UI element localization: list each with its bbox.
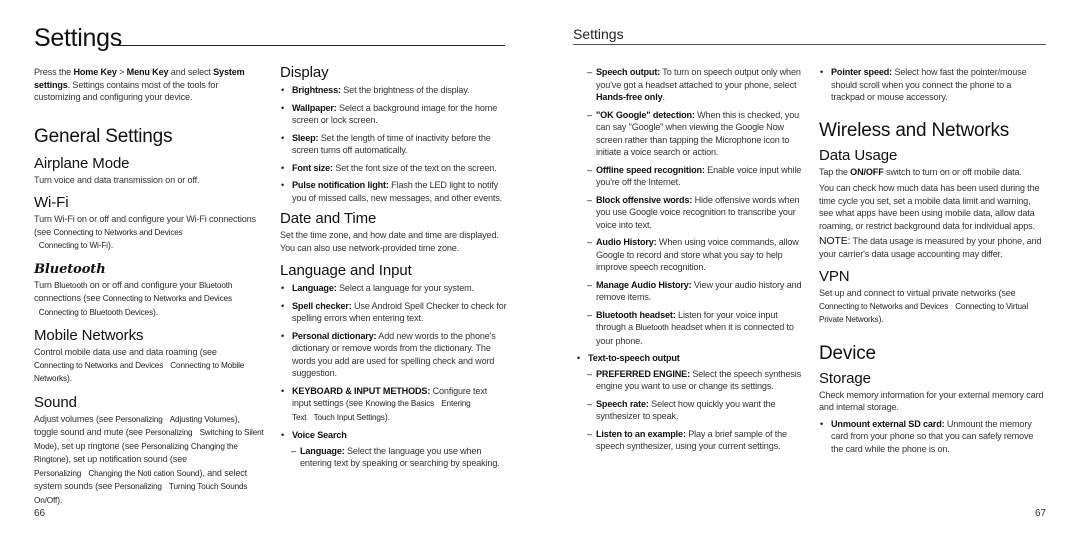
wireless-networks-heading: Wireless and Networks (819, 119, 1010, 141)
sound-heading: Sound (34, 393, 77, 411)
general-settings-heading: General Settings (34, 125, 173, 147)
list-item: Voice Search (280, 429, 508, 442)
airplane-mode-text: Turn voice and data transmission on or o… (34, 174, 200, 185)
sub-list-item: Manage Audio History: View your audio hi… (576, 279, 804, 304)
sub-list-item: Listen to an example: Play a brief sampl… (576, 428, 804, 453)
list-item: Brightness: Set the brightness of the di… (280, 84, 508, 97)
page-number-right: 67 (1035, 508, 1047, 519)
list-item: Font size: Set the font size of the text… (280, 162, 508, 175)
list-item: Sleep: Set the length of time of inactiv… (280, 132, 508, 157)
list-item: Text-to-speech output (576, 352, 804, 365)
wifi-text: Turn Wi-Fi on or off and configure your … (34, 214, 256, 250)
bluetooth-text: Turn Bluetooth on or off and configure y… (34, 279, 233, 317)
list-item: Pointer speed: Select how fast the point… (819, 66, 1047, 104)
language-input-list: Language: Select a language for your sys… (280, 282, 508, 442)
middle-column: Display Brightness: Set the brightness o… (280, 64, 508, 475)
list-item: Personal dictionary: Add new words to th… (280, 330, 508, 380)
xref-link[interactable]: Connecting to Networks and Devices (103, 294, 232, 303)
tts-list: Text-to-speech output (576, 352, 804, 365)
list-item: Pulse notification light: Flash the LED … (280, 179, 508, 204)
data-usage-note: NOTE: The data usage is measured by your… (819, 235, 1042, 259)
display-heading: Display (280, 64, 329, 81)
storage-list: Unmount external SD card: Unmount the me… (819, 418, 1047, 456)
list-item: Spell checker: Use Android Spell Checker… (280, 300, 508, 325)
data-usage-details: You can check how much data has been use… (819, 183, 1040, 231)
list-item: Language: Select a language for your sys… (280, 282, 508, 295)
right-column-1: Speech output: To turn on speech output … (576, 66, 804, 458)
sub-list-item: Offline speed recognition: Enable voice … (576, 164, 804, 189)
date-time-heading: Date and Time (280, 210, 377, 227)
sub-list-item: Language: Select the language you use wh… (280, 445, 508, 470)
xref-link[interactable]: Connecting to Bluetooth Devices (39, 308, 153, 317)
xref-link[interactable]: Changing the Noti cation Sound (88, 469, 199, 478)
bluetooth-heading: Bluetooth (34, 261, 106, 277)
sub-list-item: Speech output: To turn on speech output … (576, 66, 804, 104)
xref-link[interactable]: Adjusting Volumes (170, 415, 235, 424)
xref-link[interactable]: Connecting to Networks and Devices (34, 361, 163, 370)
wifi-heading: Wi-Fi (34, 194, 69, 211)
title-rule (114, 45, 505, 46)
sound-text: Adjust volumes (see Personalizing Adjust… (34, 413, 264, 505)
xref-link[interactable]: Personalizing (115, 482, 162, 491)
intro-paragraph: Press the Home Key > Menu Key and select… (34, 67, 245, 102)
sub-list-item: Speech rate: Select how quickly you want… (576, 398, 804, 423)
display-list: Brightness: Set the brightness of the di… (280, 84, 508, 204)
airplane-mode-heading: Airplane Mode (34, 154, 130, 172)
xref-link[interactable]: Touch Input Settings (314, 413, 385, 422)
xref-link[interactable]: Connecting to Wi-Fi (39, 241, 108, 250)
sub-list-item: Audio History: When using voice commands… (576, 236, 804, 274)
sub-list-item: "OK Google" detection: When this is chec… (576, 109, 804, 159)
xref-link[interactable]: Personalizing (115, 415, 162, 424)
data-usage-heading: Data Usage (819, 146, 898, 164)
list-item: KEYBOARD & INPUT METHODS: Configure text… (280, 385, 508, 425)
storage-text: Check memory information for your extern… (819, 389, 1044, 413)
data-usage-text: Tap the ON/OFF switch to turn on or off … (819, 166, 1022, 177)
sub-list-item: Bluetooth headset: Listen for your voice… (576, 309, 804, 348)
voice-sub-list: Speech output: To turn on speech output … (576, 66, 804, 347)
sub-list-item: PREFERRED ENGINE: Select the speech synt… (576, 368, 804, 393)
vpn-heading: VPN (819, 268, 850, 285)
xref-link[interactable]: Knowing the Basics (365, 399, 434, 408)
mobile-networks-heading: Mobile Networks (34, 327, 144, 344)
vpn-text: Set up and connect to virtual private ne… (819, 288, 1029, 324)
sub-list-item: Block offensive words: Hide offensive wo… (576, 194, 804, 232)
storage-heading: Storage (819, 369, 871, 387)
page-number-left: 66 (34, 508, 46, 519)
language-input-heading: Language and Input (280, 262, 412, 279)
xref-link[interactable]: Personalizing (145, 428, 192, 437)
xref-link[interactable]: Connecting to Networks and Devices (819, 302, 948, 311)
left-column: Press the Home Key > Menu Key and select… (34, 66, 266, 507)
pointer-list: Pointer speed: Select how fast the point… (819, 66, 1047, 104)
list-item: Wallpaper: Select a background image for… (280, 102, 508, 127)
date-time-text: Set the time zone, and how date and time… (280, 230, 499, 253)
mobile-networks-text: Control mobile data use and data roaming… (34, 347, 245, 383)
xref-link[interactable]: Personalizing (141, 442, 188, 451)
device-heading: Device (819, 342, 876, 364)
header-rule (573, 44, 1046, 45)
right-column-2: Pointer speed: Select how fast the point… (819, 66, 1047, 460)
running-header: Settings (573, 26, 624, 42)
list-item: Unmount external SD card: Unmount the me… (819, 418, 1047, 456)
page-title: Settings (34, 24, 122, 52)
tts-sub-list: PREFERRED ENGINE: Select the speech synt… (576, 368, 804, 453)
xref-link[interactable]: Personalizing (34, 469, 81, 478)
xref-link[interactable]: Connecting to Networks and Devices (53, 228, 182, 237)
